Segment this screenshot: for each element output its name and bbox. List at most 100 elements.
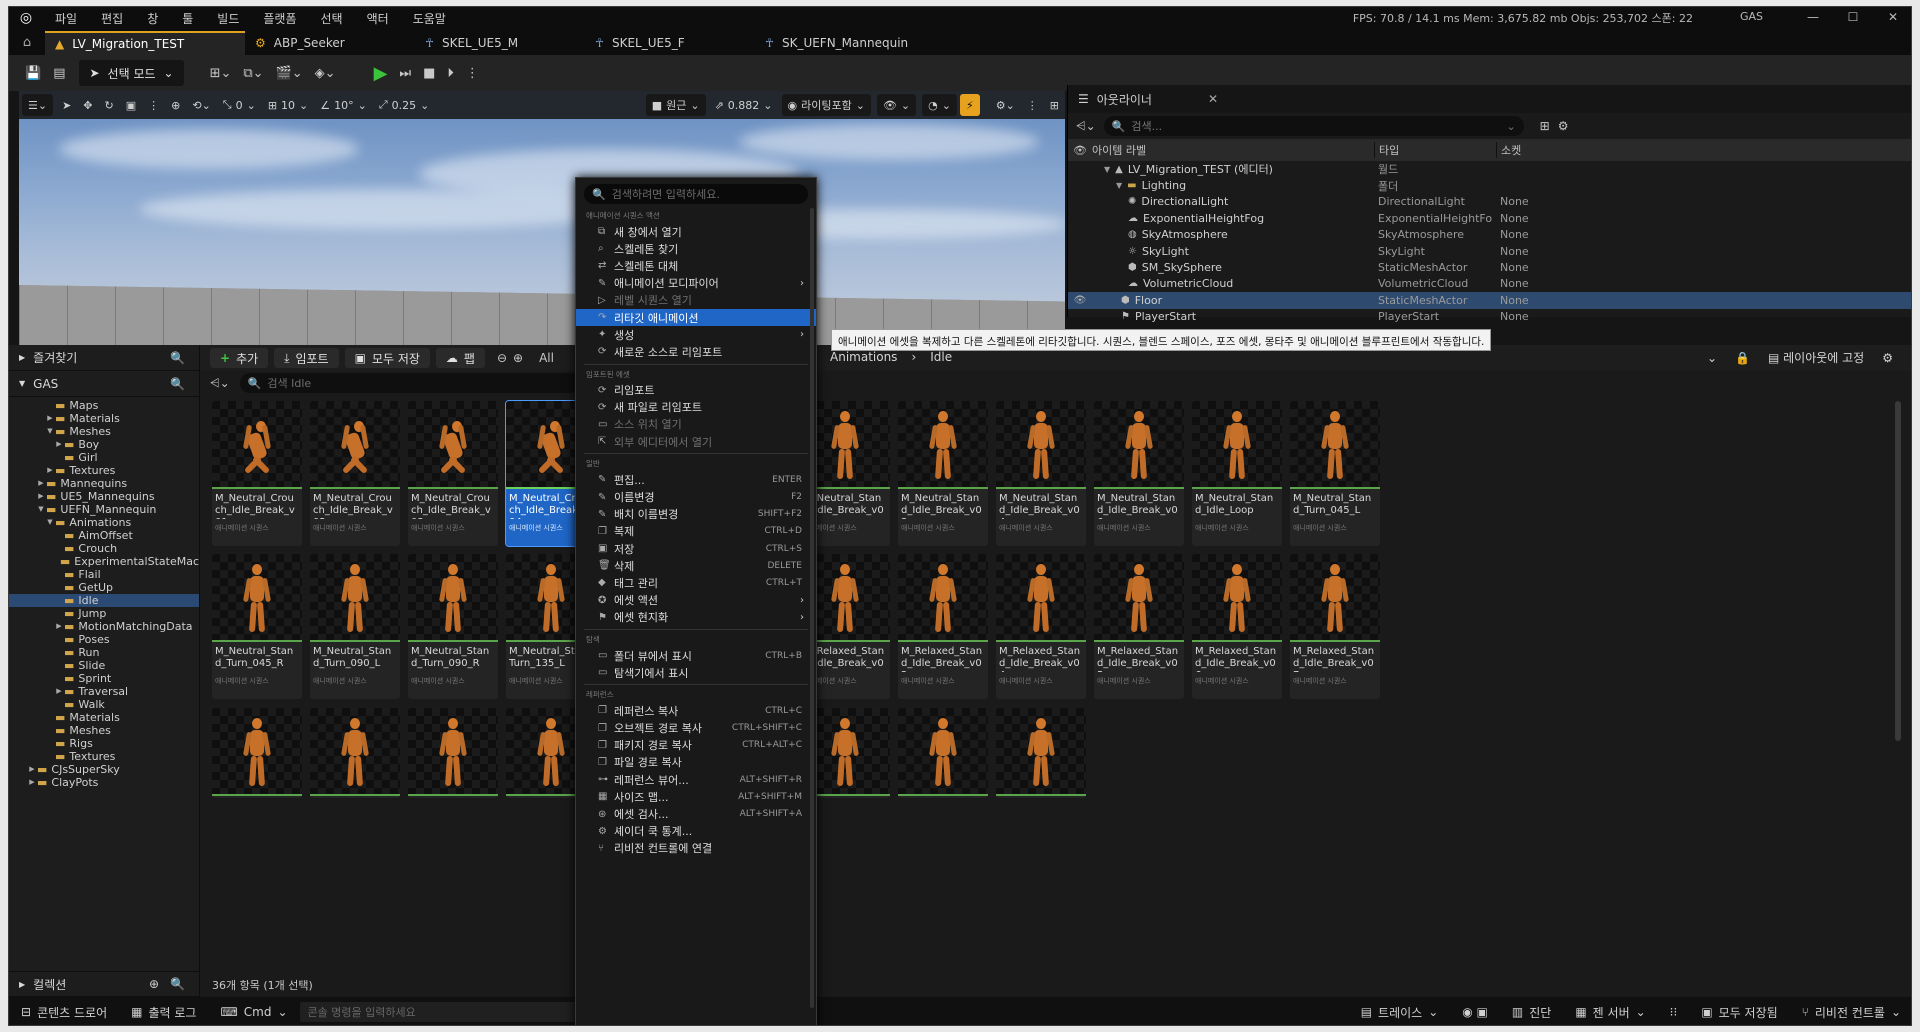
folder-textures[interactable]: ▶ ▬ Textures: [9, 464, 199, 477]
tab-2[interactable]: ☥ SKEL_UE5_M: [415, 31, 585, 55]
scale-tool-icon[interactable]: ▣: [120, 94, 142, 116]
settings-icon[interactable]: ⚙⌄: [990, 94, 1021, 116]
asset-tile[interactable]: M_Neutral_Crouch_Idle_Break_v01 애니메이션 시퀀스: [212, 401, 302, 546]
menu-item[interactable]: ⟳ 새 파일로 리임포트: [576, 399, 816, 416]
chevron-down-icon[interactable]: ⌄: [1707, 351, 1717, 365]
menu-item[interactable]: ⊶ 레퍼런스 뷰어... ALT+SHIFT+R: [576, 771, 816, 788]
launch-icon[interactable]: ⏵: [441, 59, 460, 87]
asset-tile[interactable]: M_Neutral_Crouch_Idle_Break_v03 애니메이션 시퀀스: [408, 401, 498, 546]
more-icon[interactable]: ⋮: [142, 94, 165, 116]
folder-idle[interactable]: ▬ Idle: [9, 594, 199, 607]
import-button[interactable]: ⤓ 임포트: [274, 348, 339, 368]
folder-jump[interactable]: ▬ Jump: [9, 607, 199, 620]
folder-run[interactable]: ▬ Run: [9, 646, 199, 659]
folder-traversal[interactable]: ▶ ▬ Traversal: [9, 685, 199, 698]
content-drawer-button[interactable]: ⊟ 콘텐츠 드로어: [9, 1004, 119, 1021]
folder-girl[interactable]: ▬ Girl: [9, 451, 199, 464]
folder-maps[interactable]: ▬ Maps: [9, 399, 199, 412]
fab-button[interactable]: ☁ 팹: [435, 348, 485, 368]
home-icon[interactable]: ⌂: [9, 29, 45, 55]
asset-tile[interactable]: M_Relaxed_Stand_Idle_Break_v07 애니메이션 시퀀스: [1290, 554, 1380, 699]
menu-item-8[interactable]: 도움말: [401, 10, 458, 27]
step-icon[interactable]: ⏭: [393, 59, 417, 87]
asset-tile[interactable]: M_Relaxed_Stand_Idle_Break_v02 애니메이션 시퀀스: [898, 554, 988, 699]
add-collection-icon[interactable]: ⊕: [149, 977, 159, 991]
menu-item[interactable]: ↷ 리타깃 애니메이션: [576, 308, 816, 327]
collections-header[interactable]: ▶ 컬렉션 ⊕ 🔍: [9, 971, 199, 997]
grid-scrollbar[interactable]: [1895, 401, 1901, 741]
layout-icon[interactable]: ⊞: [1044, 94, 1065, 116]
scale-snap[interactable]: ⤢ 0.25 ⌄: [373, 94, 436, 116]
menu-item[interactable]: ❐ 패키지 경로 복사 CTRL+ALT+C: [576, 737, 816, 754]
close-icon[interactable]: ✕: [1873, 7, 1911, 29]
folder-flail[interactable]: ▬ Flail: [9, 568, 199, 581]
tab-3[interactable]: ☥ SKEL_UE5_F: [585, 31, 755, 55]
chevron-down-icon[interactable]: ▼: [1116, 181, 1122, 190]
chevron-right-icon[interactable]: ▶: [27, 776, 37, 789]
menu-item[interactable]: ▦ 사이즈 맵... ALT+SHIFT+M: [576, 788, 816, 805]
folder-textures[interactable]: ▬ Textures: [9, 750, 199, 763]
menu-item[interactable]: ▭ 탐색기에서 표시: [576, 664, 816, 681]
zen-server-button[interactable]: ▦ 젠 서버 ⌄: [1563, 1004, 1657, 1021]
chevron-right-icon[interactable]: ▶: [45, 464, 55, 477]
show-dropdown[interactable]: 👁 ⌄: [876, 94, 917, 116]
asset-tile[interactable]: M_Relaxed_Stand_Idle_Break_v06 애니메이션 시퀀스: [1192, 554, 1282, 699]
menu-item-5[interactable]: 플랫폼: [251, 10, 308, 27]
tab-4[interactable]: ☥ SK_UEFN_Mannequin: [755, 31, 925, 55]
outliner-row[interactable]: ▼ ▬ Lighting 폴더: [1068, 177, 1911, 193]
folder-meshes[interactable]: ▼ ▬ Meshes: [9, 425, 199, 438]
folder-ue5_mannequins[interactable]: ▶ ▬ UE5_Mannequins: [9, 490, 199, 503]
chevron-right-icon[interactable]: ▶: [27, 763, 37, 776]
content-browser-icon[interactable]: ▤: [47, 59, 71, 87]
menu-item[interactable]: ⇄ 스켈레톤 대체: [576, 257, 816, 274]
folder-mannequins[interactable]: ▶ ▬ Mannequins: [9, 477, 199, 490]
outliner-row[interactable]: ⬢ SM_SkySphere StaticMeshActor None: [1068, 259, 1911, 275]
cinematics-icon[interactable]: 🎬⌄: [270, 59, 309, 87]
tab-1[interactable]: ⚙ ABP_Seeker: [245, 31, 415, 55]
surface-snap-icon[interactable]: ⟲⌄: [186, 94, 216, 116]
menu-item[interactable]: ▣ 저장 CTRL+S: [576, 540, 816, 557]
folder-materials[interactable]: ▬ Materials: [9, 711, 199, 724]
chevron-right-icon[interactable]: ▶: [36, 490, 46, 503]
folder-walk[interactable]: ▬ Walk: [9, 698, 199, 711]
add-button[interactable]: + 추가: [210, 348, 269, 368]
add-actor-icon[interactable]: ⊞⌄: [204, 59, 238, 87]
favorites-header[interactable]: ▶ 즐겨찾기 🔍: [9, 345, 199, 371]
viewport-more-icon[interactable]: ⋮: [1021, 94, 1044, 116]
menu-item-7[interactable]: 액터: [355, 10, 401, 27]
asset-tile[interactable]: [996, 708, 1086, 798]
menu-item[interactable]: ▭ 폴더 뷰에서 표시 CTRL+B: [576, 647, 816, 664]
folder-motionmatchingdata[interactable]: ▶ ▬ MotionMatchingData: [9, 620, 199, 633]
unreal-logo-icon[interactable]: ◎: [9, 7, 43, 29]
outliner-settings-icon[interactable]: ⚙: [1558, 119, 1569, 133]
save-all-status-button[interactable]: ▣ 모두 저장됨: [1689, 1004, 1789, 1021]
record-icon[interactable]: ◉ ▣: [1450, 1005, 1500, 1019]
outliner-row[interactable]: ☁ VolumetricCloud VolumetricCloud None: [1068, 276, 1911, 292]
menu-item[interactable]: ✎ 애니메이션 모디파이어 ›: [576, 275, 816, 292]
folder-getup[interactable]: ▬ GetUp: [9, 581, 199, 594]
asset-tile[interactable]: M_Neutral_Crouch_Idle_Break_v02 애니메이션 시퀀스: [310, 401, 400, 546]
menu-item[interactable]: ✎ 편집... ENTER: [576, 471, 816, 488]
chevron-down-icon[interactable]: ▼: [45, 425, 55, 438]
save-icon[interactable]: 💾: [19, 59, 47, 87]
filter-icon[interactable]: ⩤⌄: [1076, 119, 1096, 134]
chevron-right-icon[interactable]: ▶: [54, 620, 64, 633]
menu-item[interactable]: ❐ 오브젝트 경로 복사 CTRL+SHIFT+C: [576, 720, 816, 737]
folder-poses[interactable]: ▬ Poses: [9, 633, 199, 646]
chevron-down-icon[interactable]: ▼: [1104, 165, 1110, 174]
viewport-menu-icon[interactable]: ☰⌄: [22, 94, 54, 116]
revision-control-button[interactable]: ⑂ 리비전 컨트롤 ⌄: [1790, 1004, 1911, 1021]
asset-tile[interactable]: [898, 708, 988, 798]
folder-rigs[interactable]: ▬ Rigs: [9, 737, 199, 750]
cmd-dropdown[interactable]: ⌨ Cmd ⌄: [208, 1005, 299, 1019]
translate-tool-icon[interactable]: ✥: [77, 94, 98, 116]
settings-icon[interactable]: ⚙: [1882, 351, 1893, 365]
asset-tile[interactable]: [310, 708, 400, 798]
folder-meshes[interactable]: ▬ Meshes: [9, 724, 199, 737]
menu-item[interactable]: ✎ 이름변경 F2: [576, 488, 816, 505]
menu-item[interactable]: ❐ 레퍼런스 복사 CTRL+C: [576, 702, 816, 719]
save-all-button[interactable]: ▣ 모두 저장: [344, 348, 430, 368]
chevron-right-icon[interactable]: ▶: [54, 438, 64, 451]
build-icon[interactable]: ◈⌄: [309, 59, 342, 87]
chevron-right-icon[interactable]: ▶: [45, 412, 55, 425]
